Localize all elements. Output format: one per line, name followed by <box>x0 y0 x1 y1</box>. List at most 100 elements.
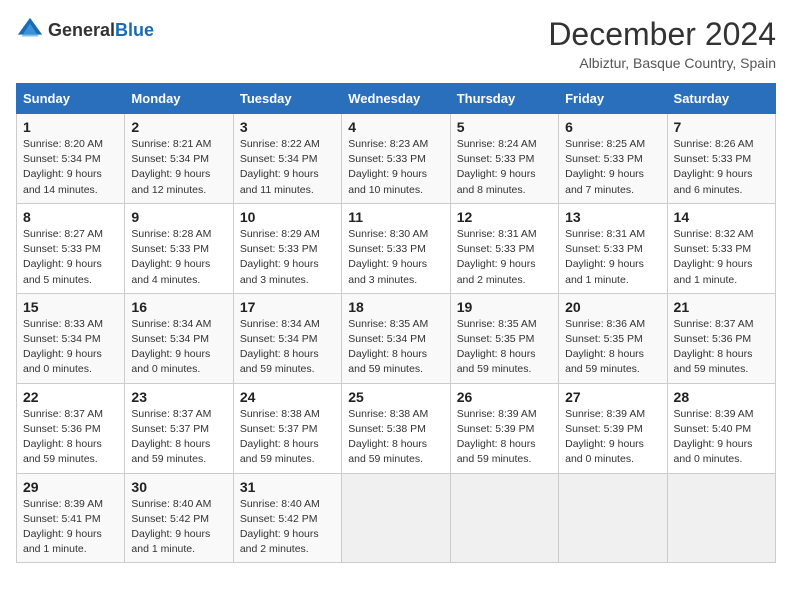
day-info: Sunrise: 8:29 AMSunset: 5:33 PMDaylight:… <box>240 227 335 288</box>
day-number: 22 <box>23 389 118 405</box>
day-info: Sunrise: 8:30 AMSunset: 5:33 PMDaylight:… <box>348 227 443 288</box>
day-info: Sunrise: 8:39 AMSunset: 5:39 PMDaylight:… <box>565 407 660 468</box>
day-info: Sunrise: 8:39 AMSunset: 5:41 PMDaylight:… <box>23 497 118 558</box>
calendar-cell: 6Sunrise: 8:25 AMSunset: 5:33 PMDaylight… <box>559 114 667 204</box>
day-number: 12 <box>457 209 552 225</box>
calendar-week-3: 22 Sunrise: 8:37 AMSunset: 5:36 PMDayligh… <box>17 383 776 473</box>
day-number: 25 <box>348 389 443 405</box>
header-friday: Friday <box>559 84 667 114</box>
day-info: Sunrise: 8:40 AMSunset: 5:42 PMDaylight:… <box>240 497 335 558</box>
day-info: Sunrise: 8:28 AMSunset: 5:33 PMDaylight:… <box>131 227 226 288</box>
calendar-cell: 24 Sunrise: 8:38 AMSunset: 5:37 PMDayligh… <box>233 383 341 473</box>
day-info: Sunrise: 8:31 AMSunset: 5:33 PMDaylight:… <box>565 227 660 288</box>
day-number: 4 <box>348 119 443 135</box>
day-info: Sunrise: 8:39 AMSunset: 5:39 PMDaylight:… <box>457 407 552 468</box>
day-info: Sunrise: 8:31 AMSunset: 5:33 PMDaylight:… <box>457 227 552 288</box>
day-info: Sunrise: 8:25 AMSunset: 5:33 PMDaylight:… <box>565 137 660 198</box>
logo: General Blue <box>16 16 154 44</box>
calendar-cell <box>342 473 450 563</box>
page-header: General Blue December 2024 Albiztur, Bas… <box>16 16 776 71</box>
day-info: Sunrise: 8:34 AMSunset: 5:34 PMDaylight:… <box>240 317 335 378</box>
day-number: 13 <box>565 209 660 225</box>
day-number: 7 <box>674 119 769 135</box>
day-info: Sunrise: 8:20 AMSunset: 5:34 PMDaylight:… <box>23 137 118 198</box>
day-info: Sunrise: 8:37 AMSunset: 5:36 PMDaylight:… <box>674 317 769 378</box>
day-number: 15 <box>23 299 118 315</box>
day-info: Sunrise: 8:35 AMSunset: 5:35 PMDaylight:… <box>457 317 552 378</box>
title-block: December 2024 Albiztur, Basque Country, … <box>548 16 776 71</box>
calendar-cell <box>450 473 558 563</box>
location: Albiztur, Basque Country, Spain <box>548 55 776 71</box>
day-number: 20 <box>565 299 660 315</box>
calendar-cell: 8 Sunrise: 8:27 AMSunset: 5:33 PMDaylight… <box>17 203 125 293</box>
header-tuesday: Tuesday <box>233 84 341 114</box>
day-number: 24 <box>240 389 335 405</box>
calendar-week-4: 29 Sunrise: 8:39 AMSunset: 5:41 PMDayligh… <box>17 473 776 563</box>
day-info: Sunrise: 8:38 AMSunset: 5:38 PMDaylight:… <box>348 407 443 468</box>
calendar-week-2: 15 Sunrise: 8:33 AMSunset: 5:34 PMDayligh… <box>17 293 776 383</box>
calendar-cell: 3Sunrise: 8:22 AMSunset: 5:34 PMDaylight… <box>233 114 341 204</box>
day-info: Sunrise: 8:39 AMSunset: 5:40 PMDaylight:… <box>674 407 769 468</box>
calendar-cell: 15 Sunrise: 8:33 AMSunset: 5:34 PMDayligh… <box>17 293 125 383</box>
day-number: 17 <box>240 299 335 315</box>
day-number: 2 <box>131 119 226 135</box>
day-number: 10 <box>240 209 335 225</box>
header-sunday: Sunday <box>17 84 125 114</box>
calendar-cell <box>559 473 667 563</box>
day-number: 3 <box>240 119 335 135</box>
day-info: Sunrise: 8:26 AMSunset: 5:33 PMDaylight:… <box>674 137 769 198</box>
day-number: 26 <box>457 389 552 405</box>
calendar-cell: 9 Sunrise: 8:28 AMSunset: 5:33 PMDaylight… <box>125 203 233 293</box>
calendar-cell: 21 Sunrise: 8:37 AMSunset: 5:36 PMDayligh… <box>667 293 775 383</box>
calendar-week-1: 8 Sunrise: 8:27 AMSunset: 5:33 PMDaylight… <box>17 203 776 293</box>
calendar-cell: 16Sunrise: 8:34 AMSunset: 5:34 PMDayligh… <box>125 293 233 383</box>
day-number: 27 <box>565 389 660 405</box>
day-number: 14 <box>674 209 769 225</box>
logo-general: General <box>48 20 115 41</box>
day-info: Sunrise: 8:21 AMSunset: 5:34 PMDaylight:… <box>131 137 226 198</box>
calendar-cell: 27 Sunrise: 8:39 AMSunset: 5:39 PMDayligh… <box>559 383 667 473</box>
day-info: Sunrise: 8:27 AMSunset: 5:33 PMDaylight:… <box>23 227 118 288</box>
calendar-cell: 28 Sunrise: 8:39 AMSunset: 5:40 PMDayligh… <box>667 383 775 473</box>
calendar-cell: 14 Sunrise: 8:32 AMSunset: 5:33 PMDayligh… <box>667 203 775 293</box>
day-number: 21 <box>674 299 769 315</box>
day-number: 31 <box>240 479 335 495</box>
day-number: 8 <box>23 209 118 225</box>
day-info: Sunrise: 8:33 AMSunset: 5:34 PMDaylight:… <box>23 317 118 378</box>
day-number: 11 <box>348 209 443 225</box>
calendar-cell: 29 Sunrise: 8:39 AMSunset: 5:41 PMDayligh… <box>17 473 125 563</box>
calendar-cell: 26 Sunrise: 8:39 AMSunset: 5:39 PMDayligh… <box>450 383 558 473</box>
calendar-cell <box>667 473 775 563</box>
calendar-cell: 4Sunrise: 8:23 AMSunset: 5:33 PMDaylight… <box>342 114 450 204</box>
calendar-cell: 23 Sunrise: 8:37 AMSunset: 5:37 PMDayligh… <box>125 383 233 473</box>
calendar-cell: 10 Sunrise: 8:29 AMSunset: 5:33 PMDayligh… <box>233 203 341 293</box>
calendar-cell: 25 Sunrise: 8:38 AMSunset: 5:38 PMDayligh… <box>342 383 450 473</box>
day-number: 18 <box>348 299 443 315</box>
day-number: 29 <box>23 479 118 495</box>
calendar-table: SundayMondayTuesdayWednesdayThursdayFrid… <box>16 83 776 563</box>
calendar-week-0: 1Sunrise: 8:20 AMSunset: 5:34 PMDaylight… <box>17 114 776 204</box>
day-info: Sunrise: 8:32 AMSunset: 5:33 PMDaylight:… <box>674 227 769 288</box>
calendar-cell: 22 Sunrise: 8:37 AMSunset: 5:36 PMDayligh… <box>17 383 125 473</box>
day-number: 28 <box>674 389 769 405</box>
day-info: Sunrise: 8:37 AMSunset: 5:37 PMDaylight:… <box>131 407 226 468</box>
day-info: Sunrise: 8:36 AMSunset: 5:35 PMDaylight:… <box>565 317 660 378</box>
calendar-cell: 5Sunrise: 8:24 AMSunset: 5:33 PMDaylight… <box>450 114 558 204</box>
logo-blue: Blue <box>115 20 154 41</box>
calendar-header-row: SundayMondayTuesdayWednesdayThursdayFrid… <box>17 84 776 114</box>
day-info: Sunrise: 8:38 AMSunset: 5:37 PMDaylight:… <box>240 407 335 468</box>
calendar-cell: 1Sunrise: 8:20 AMSunset: 5:34 PMDaylight… <box>17 114 125 204</box>
calendar-cell: 13 Sunrise: 8:31 AMSunset: 5:33 PMDayligh… <box>559 203 667 293</box>
day-number: 23 <box>131 389 226 405</box>
day-number: 9 <box>131 209 226 225</box>
calendar-cell: 7 Sunrise: 8:26 AMSunset: 5:33 PMDaylight… <box>667 114 775 204</box>
day-number: 5 <box>457 119 552 135</box>
calendar-cell: 12 Sunrise: 8:31 AMSunset: 5:33 PMDayligh… <box>450 203 558 293</box>
logo-text: General Blue <box>48 20 154 41</box>
month-title: December 2024 <box>548 16 776 53</box>
header-wednesday: Wednesday <box>342 84 450 114</box>
calendar-cell: 11 Sunrise: 8:30 AMSunset: 5:33 PMDayligh… <box>342 203 450 293</box>
day-info: Sunrise: 8:37 AMSunset: 5:36 PMDaylight:… <box>23 407 118 468</box>
calendar-cell: 30Sunrise: 8:40 AMSunset: 5:42 PMDayligh… <box>125 473 233 563</box>
day-number: 16 <box>131 299 226 315</box>
